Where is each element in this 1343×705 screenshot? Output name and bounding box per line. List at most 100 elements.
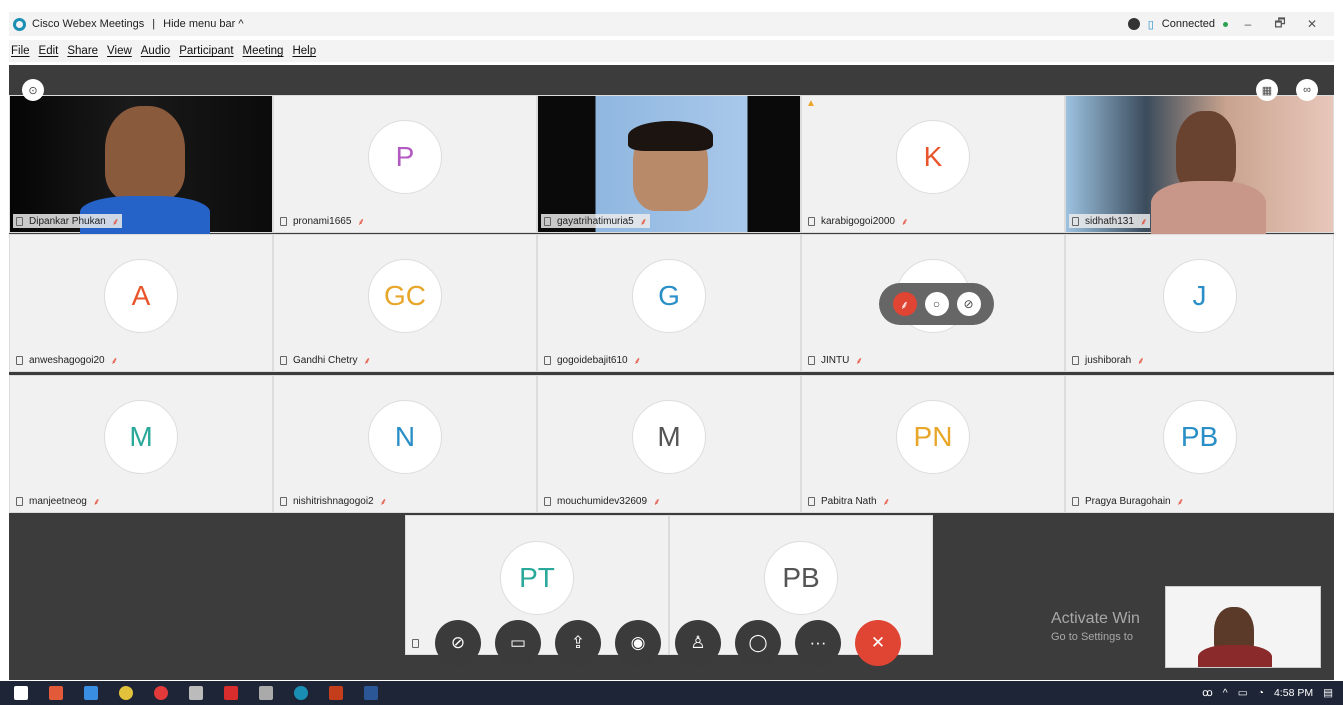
chat-participant-button[interactable]: ○ — [924, 292, 949, 316]
participant-tile[interactable]: PN Pabitra Nath ⸙ — [801, 375, 1065, 513]
meeting-info-button[interactable]: ⊙ — [22, 79, 44, 101]
device-icon — [280, 355, 287, 365]
menu-help[interactable]: Help — [292, 45, 316, 57]
participant-avatar: GC — [368, 259, 442, 333]
participant-tile[interactable]: ▲ K karabigogoi2000 ⸙ — [801, 95, 1065, 233]
block-participant-button[interactable]: ⊘ — [956, 292, 981, 316]
participant-name — [409, 636, 428, 650]
word-icon[interactable] — [364, 686, 378, 700]
participant-tile[interactable]: GC Gandhi Chetry ⸙ — [273, 234, 537, 372]
participant-tile[interactable]: J jushiborah ⸙ — [1065, 234, 1334, 372]
mic-muted-icon: ⸙ — [855, 356, 863, 367]
mute-button[interactable]: ⊘ — [435, 620, 481, 666]
device-icon — [280, 496, 287, 506]
system-tray: ꝏ ^ ▭ ◔ 4:58 PM ▤ — [1202, 681, 1333, 705]
device-icon — [412, 638, 419, 648]
battery-icon[interactable]: ▭ — [1238, 687, 1248, 699]
participant-name: nishitrishnagogoi2 ⸙ — [277, 494, 390, 508]
notifications-icon[interactable]: ▤ — [1323, 687, 1333, 699]
participant-tile[interactable]: gayatrihatimuria5 ⸙ — [537, 95, 801, 233]
more-options-button[interactable]: ··· — [795, 620, 841, 666]
menu-share[interactable]: Share — [67, 45, 98, 57]
menu-participant[interactable]: Participant — [179, 45, 233, 57]
app-icon[interactable] — [49, 686, 63, 700]
participants-icon: ♙ — [690, 633, 706, 652]
app-icon[interactable] — [259, 686, 273, 700]
link-icon: ∞ — [1303, 84, 1311, 96]
block-icon: ⊘ — [963, 297, 974, 311]
device-icon — [808, 355, 815, 365]
opera-icon[interactable] — [154, 686, 168, 700]
chat-button[interactable]: ◯ — [735, 620, 781, 666]
participant-name: Pabitra Nath ⸙ — [805, 494, 893, 508]
mute-participant-button[interactable]: ⸙ — [892, 292, 917, 316]
file-explorer-icon[interactable] — [84, 686, 98, 700]
participant-avatar: P — [368, 120, 442, 194]
participant-name: anweshagogoi20 ⸙ — [13, 353, 121, 367]
title-bar: Cisco Webex Meetings | Hide menu bar ^ ▯… — [9, 12, 1334, 36]
participant-tile[interactable]: M mouchumidev32609 ⸙ — [537, 375, 801, 513]
participant-name: gayatrihatimuria5 ⸙ — [541, 214, 651, 228]
participant-tile[interactable]: G gogoidebajit610 ⸙ — [537, 234, 801, 372]
activate-windows-watermark: Activate Win Go to Settings to — [1051, 610, 1140, 643]
device-icon — [16, 216, 23, 226]
participant-tile[interactable]: A anweshagogoi20 ⸙ — [9, 234, 273, 372]
meeting-info-icon[interactable] — [1127, 18, 1140, 30]
powerpoint-icon[interactable] — [329, 686, 343, 700]
participant-name: JINTU ⸙ — [805, 353, 866, 367]
participants-button[interactable]: ♙ — [675, 620, 721, 666]
share-button[interactable]: ⇪ — [555, 620, 601, 666]
mic-muted-icon: ⸙ — [1176, 497, 1185, 508]
mic-muted-icon: ⸙ — [882, 497, 891, 508]
participant-tile[interactable]: Dipankar Phukan ⸙ — [9, 95, 273, 236]
close-button[interactable]: ✕ — [1300, 17, 1324, 31]
menu-bar: File Edit Share View Audio Participant M… — [9, 40, 1334, 62]
record-button[interactable]: ◉ — [615, 620, 661, 666]
participant-name: Gandhi Chetry ⸙ — [277, 353, 374, 367]
minimize-button[interactable]: – — [1236, 17, 1260, 31]
participant-tile[interactable]: P pronami1665 ⸙ — [273, 95, 537, 233]
share-icon: ⇪ — [570, 633, 586, 652]
hide-menu-bar-button[interactable]: Hide menu bar ^ — [163, 18, 243, 30]
grid-icon: ▦ — [1261, 84, 1273, 97]
webex-logo-icon — [13, 17, 26, 31]
mic-muted-icon: ⸙ — [363, 356, 371, 367]
clock[interactable]: 4:58 PM — [1274, 687, 1313, 699]
chat-icon: ◯ — [748, 633, 768, 652]
participant-tile[interactable]: PB Pragya Buragohain ⸙ — [1065, 375, 1334, 513]
mic-icon: ⸙ — [899, 297, 909, 312]
participant-name: Dipankar Phukan ⸙ — [13, 214, 123, 228]
chevron-up-icon[interactable]: ^ — [1223, 687, 1228, 699]
mic-muted-icon: ⸙ — [92, 497, 101, 508]
acrobat-icon[interactable] — [224, 686, 238, 700]
participant-tile[interactable]: sidhath131 ⸙ — [1065, 95, 1334, 236]
app-icon[interactable] — [189, 686, 203, 700]
participant-tile[interactable]: M manjeetneog ⸙ — [9, 375, 273, 513]
link-button[interactable]: ∞ — [1296, 79, 1318, 101]
menu-view[interactable]: View — [107, 45, 132, 57]
mic-muted-icon: ⸙ — [633, 356, 642, 367]
stop-video-button[interactable]: ▭ — [495, 620, 541, 666]
restore-button[interactable]: 🗗 — [1268, 14, 1292, 35]
participant-avatar: G — [632, 259, 706, 333]
menu-audio[interactable]: Audio — [141, 45, 170, 57]
people-icon[interactable]: ꝏ — [1202, 687, 1213, 699]
participant-avatar: M — [104, 400, 178, 474]
chrome-icon[interactable] — [119, 686, 133, 700]
participant-tile[interactable]: N nishitrishnagogoi2 ⸙ — [273, 375, 537, 513]
mic-muted-icon: ⸙ — [1137, 356, 1145, 367]
menu-meeting[interactable]: Meeting — [243, 45, 284, 57]
menu-file[interactable]: File — [11, 45, 30, 57]
participant-name: manjeetneog ⸙ — [13, 494, 103, 508]
warning-icon: ▲ — [806, 98, 816, 109]
self-view-video[interactable] — [1165, 586, 1321, 668]
menu-edit[interactable]: Edit — [39, 45, 59, 57]
start-icon[interactable] — [14, 686, 28, 700]
end-meeting-button[interactable]: ✕ — [855, 620, 901, 666]
device-icon — [1072, 216, 1079, 226]
mic-muted-icon: ⸙ — [379, 497, 388, 508]
webex-taskbar-icon[interactable] — [294, 686, 308, 700]
layout-button[interactable]: ▦ — [1256, 79, 1278, 101]
wifi-icon[interactable]: ◔ — [1258, 687, 1264, 699]
participant-avatar: PT — [500, 541, 574, 615]
